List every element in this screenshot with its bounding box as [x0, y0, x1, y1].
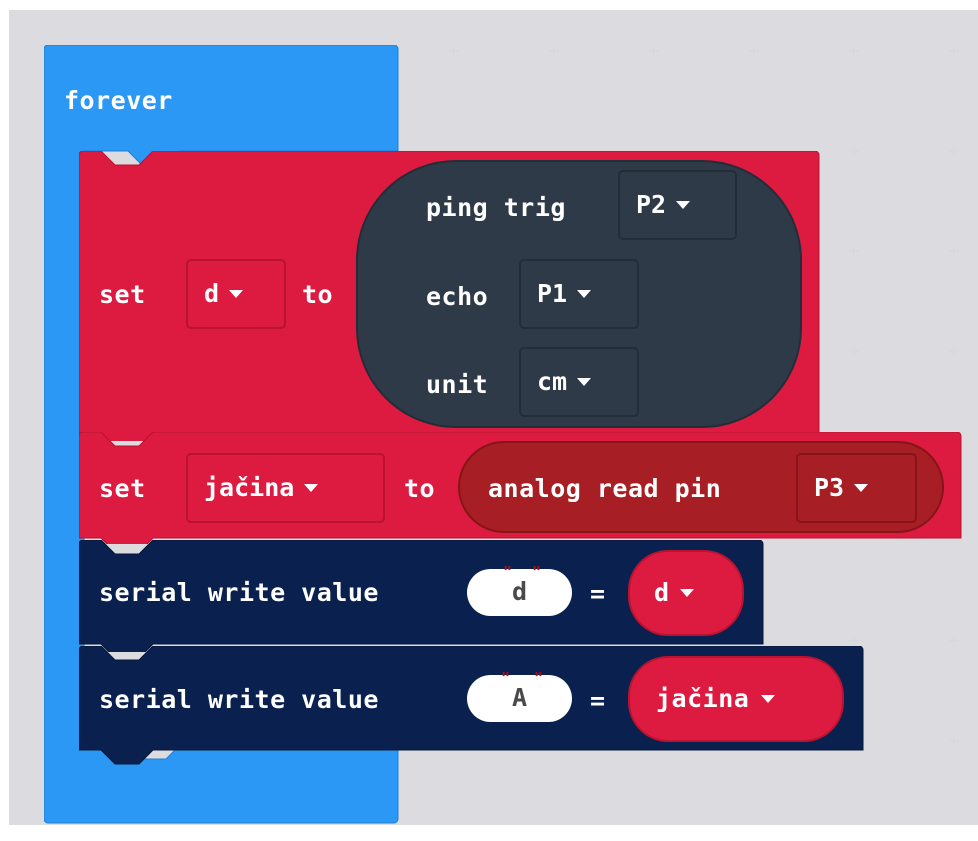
grid-plus-icon: + [646, 823, 662, 826]
triangle-down-icon [577, 290, 592, 298]
grid-plus-icon: + [947, 731, 961, 750]
grid-plus-icon: + [847, 141, 861, 160]
triangle-down-icon [676, 201, 691, 209]
grid-plus-icon: + [547, 41, 561, 60]
variable-name: d [204, 279, 220, 308]
grid-plus-icon: + [647, 41, 661, 60]
analog-pin-dropdown[interactable]: P3 [796, 453, 917, 523]
unit-label: unit [426, 370, 489, 399]
variable-dropdown-jacina[interactable]: jačina [186, 453, 385, 523]
forever-label: forever [64, 86, 173, 115]
serial-write-label: serial write value [99, 578, 379, 607]
quote-open-icon: " [503, 563, 513, 581]
grid-plus-icon: + [847, 341, 861, 360]
value-variable-d[interactable]: d [628, 550, 744, 636]
grid-plus-icon: + [846, 823, 862, 826]
triangle-down-icon [679, 589, 694, 597]
quote-close-icon: " [532, 563, 542, 581]
grid-plus-icon: + [947, 341, 961, 360]
echo-label: echo [426, 282, 489, 311]
triangle-down-icon [229, 290, 244, 298]
grid-plus-icon: + [947, 41, 961, 60]
set-label: set [99, 280, 146, 309]
serial-write-label: serial write value [99, 685, 379, 714]
triangle-down-icon [854, 484, 869, 492]
grid-plus-icon: + [447, 41, 461, 60]
to-label: to [302, 280, 334, 309]
value-variable-name: d [654, 578, 670, 607]
set-label: set [99, 474, 146, 503]
to-label: to [404, 474, 436, 503]
name-string-input[interactable]: A [467, 675, 572, 722]
name-string-value: A [511, 683, 528, 712]
grid-plus-icon: + [847, 241, 861, 260]
name-string-input[interactable]: d [467, 569, 572, 616]
triangle-down-icon [761, 695, 776, 703]
quote-open-icon: " [501, 669, 511, 687]
trig-pin-value: P2 [636, 190, 667, 219]
trig-pin-dropdown[interactable]: P2 [618, 170, 737, 240]
variable-dropdown-d[interactable]: d [186, 259, 286, 329]
echo-pin-value: P1 [537, 279, 568, 308]
quote-close-icon: " [534, 669, 544, 687]
echo-pin-dropdown[interactable]: P1 [519, 259, 639, 329]
equals-label: = [590, 686, 606, 715]
value-variable-jacina[interactable]: jačina [628, 656, 844, 742]
grid-plus-icon: + [947, 141, 961, 160]
variable-name: jačina [204, 473, 295, 502]
grid-plus-icon: + [947, 631, 961, 650]
ping-trig-label: ping trig [426, 193, 566, 222]
grid-plus-icon: + [747, 41, 761, 60]
grid-plus-icon: + [947, 241, 961, 260]
equals-label: = [590, 579, 606, 608]
triangle-down-icon [577, 378, 592, 386]
name-string-value: d [511, 577, 528, 606]
unit-value: cm [537, 367, 568, 396]
unit-dropdown[interactable]: cm [519, 347, 639, 417]
grid-plus-icon: + [446, 823, 462, 826]
grid-plus-icon: + [847, 41, 861, 60]
analog-pin-value: P3 [814, 473, 845, 502]
value-variable-name: jačina [656, 684, 750, 713]
analog-read-label: analog read pin [488, 474, 722, 503]
triangle-down-icon [304, 484, 319, 492]
